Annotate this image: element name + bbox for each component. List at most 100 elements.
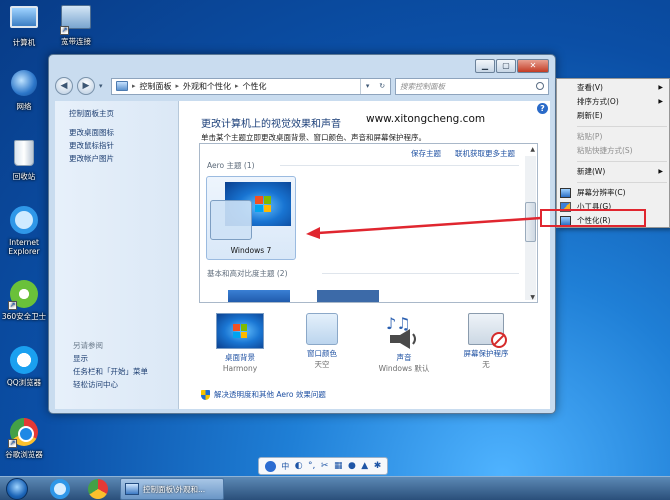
tools-icon[interactable]: ✂ [321,461,329,471]
taskbar: 控制面板\外观和... [0,476,670,500]
sidebar-item-control-panel-home[interactable]: 控制面板主页 [69,107,164,120]
menu-item-label: 查看(V) [577,83,603,92]
search-input[interactable]: 搜索控制面板 [395,77,549,95]
desktop-icon-360[interactable]: ↗ 360安全卫士 [0,280,48,321]
desktop-icon-label: 谷歌浏览器 [5,450,43,459]
theme-window-preview [210,200,252,240]
svg-text:♪♫: ♪♫ [386,314,411,333]
address-bar[interactable]: ▸ 控制面板 ▸ 外观和个性化 ▸ 个性化 ▾ ↻ [111,77,391,95]
desktop-icon-label: 360安全卫士 [1,312,47,321]
recent-pages-dropdown[interactable]: ▾ [99,82,107,90]
scrollbar-thumb[interactable] [525,202,536,242]
screen-saver-option[interactable]: 屏幕保护程序 无 [449,313,523,374]
option-label: 窗口颜色 [307,349,337,358]
desktop-icon-chrome[interactable]: ↗ 谷歌浏览器 [0,418,48,459]
minimize-button[interactable]: ▁ [475,59,495,73]
sidebar-item-change-desktop-icons[interactable]: 更改桌面图标 [69,126,164,139]
desktop-context-menu: 查看(V) ▶ 排序方式(O) ▶ 刷新(E) 粘贴(P) 粘贴快捷方式(S) 新建… [556,78,670,228]
scrollbar[interactable] [525,156,536,300]
context-menu-sort-by[interactable]: 排序方式(O) ▶ [557,95,669,109]
save-theme-link[interactable]: 保存主题 [411,148,441,159]
back-button[interactable]: ◀ [55,77,73,95]
theme-windows-basic[interactable] [228,290,290,302]
sounds-option[interactable]: ♪♫ 声音 Windows 默认 [367,313,441,374]
360-security-icon: ↗ [8,280,40,310]
desktop-icon-label: 宽带连接 [61,37,91,46]
ime-toolbar: 中 ◐ °, ✂ ▦ ● ▲ ✱ [258,457,388,475]
keyboard-icon[interactable]: ▦ [334,461,343,471]
desktop-icon-broadband[interactable]: ↗ 宽带连接 [52,2,100,46]
windows-logo-icon [255,196,271,212]
option-value: 无 [482,360,490,369]
refresh-icon[interactable]: ↻ [379,82,385,90]
skin-icon[interactable]: ▲ [361,461,368,471]
sidebar-item-change-mouse-pointers[interactable]: 更改鼠标指针 [69,139,164,152]
broadband-connection-icon: ↗ [60,5,92,35]
desktop-background-option[interactable]: 桌面背景 Harmony [203,313,277,374]
taskbar-ie-icon[interactable] [50,479,70,499]
basic-themes-group-label: 基本和高对比度主题 (2) [207,269,288,278]
theme-windows-classic[interactable] [317,290,379,302]
page-description: 单击某个主题立即更改桌面背景、窗口颜色、声音和屏幕保护程序。 [201,133,426,142]
sidebar-item-taskbar-start-menu[interactable]: 任务栏和「开始」菜单 [73,365,148,378]
scroll-down-icon[interactable]: ▼ [530,294,535,301]
forward-button[interactable]: ▶ [77,77,95,95]
navigation-bar: ◀ ▶ ▾ ▸ 控制面板 ▸ 外观和个性化 ▸ 个性化 ▾ ↻ 搜索控制面板 [55,75,549,97]
help-icon[interactable]: ? [537,103,548,114]
context-menu-paste-shortcut[interactable]: 粘贴快捷方式(S) [557,144,669,158]
context-menu-paste[interactable]: 粘贴(P) [557,130,669,144]
desktop-icon-computer[interactable]: 计算机 [0,2,48,47]
ime-language-toggle[interactable]: 中 [281,461,289,472]
qq-browser-icon [8,346,40,376]
desktop-icon-network[interactable]: 网络 [0,70,48,111]
desktop-icon-ie[interactable]: Internet Explorer [0,206,48,256]
submenu-arrow-icon: ▶ [658,98,663,105]
scroll-up-icon[interactable]: ▲ [530,146,535,153]
desktop-icon-qq-browser[interactable]: QQ浏览器 [0,346,48,387]
breadcrumb-control-panel[interactable]: 控制面板 [140,81,172,92]
window-color-option[interactable]: 窗口颜色 天空 [285,313,359,374]
monitor-icon [560,188,571,198]
menu-item-label: 新建(W) [577,167,606,176]
settings-gear-icon[interactable]: ✱ [374,461,382,471]
context-menu-new[interactable]: 新建(W) ▶ [557,165,669,179]
desktop-icon-label: QQ浏览器 [6,378,42,387]
context-menu-screen-resolution[interactable]: 屏幕分辨率(C) [557,186,669,200]
personalization-options: 桌面背景 Harmony 窗口颜色 天空 ♪♫ 声音 Windows 默认 屏幕… [203,313,523,374]
see-also-title: 另请参阅 [73,341,103,350]
desktop-icon-recycle-bin[interactable]: 回收站 [0,138,48,181]
menu-separator [577,161,667,162]
start-button[interactable] [6,478,28,500]
option-value: 天空 [314,360,330,369]
menu-item-label: 粘贴(P) [577,132,603,141]
submenu-arrow-icon: ▶ [658,84,663,91]
ime-logo-icon[interactable] [264,460,276,472]
breadcrumb-personalization[interactable]: 个性化 [243,81,267,92]
watermark-text: www.xitongcheng.com [366,113,486,125]
breadcrumb-appearance[interactable]: 外观和个性化 [183,81,231,92]
recycle-bin-icon [8,140,40,170]
aero-troubleshoot-link[interactable]: 解决透明度和其他 Aero 效果问题 [201,389,326,400]
search-icon[interactable] [536,82,544,90]
get-more-themes-link[interactable]: 联机获取更多主题 [455,148,515,159]
theme-windows-7[interactable]: Windows 7 [206,176,296,260]
user-icon[interactable]: ● [348,461,356,471]
control-panel-icon [125,483,139,495]
context-menu-view[interactable]: 查看(V) ▶ [557,81,669,95]
half-width-icon[interactable]: ◐ [295,461,303,471]
sidebar: 控制面板主页 更改桌面图标 更改鼠标指针 更改帐户图片 另请参阅 显示 任务栏和… [55,101,179,409]
context-menu-refresh[interactable]: 刷新(E) [557,109,669,123]
taskbar-chrome-icon[interactable] [88,479,108,499]
sidebar-item-change-account-picture[interactable]: 更改帐户图片 [69,152,164,165]
desktop-icon-label: 计算机 [12,38,36,47]
close-button[interactable]: ✕ [517,59,549,73]
taskbar-task-control-panel[interactable]: 控制面板\外观和... [120,478,224,500]
sidebar-item-display[interactable]: 显示 [73,352,148,365]
address-dropdown-icon[interactable]: ▾ [366,82,370,90]
sidebar-item-ease-of-access[interactable]: 轻松访问中心 [73,378,148,391]
maximize-button[interactable]: ▢ [496,59,516,73]
group-divider [322,273,519,274]
theme-list-actions: 保存主题 联机获取更多主题 [411,148,515,159]
shield-icon [201,389,210,400]
punctuation-icon[interactable]: °, [308,461,315,471]
